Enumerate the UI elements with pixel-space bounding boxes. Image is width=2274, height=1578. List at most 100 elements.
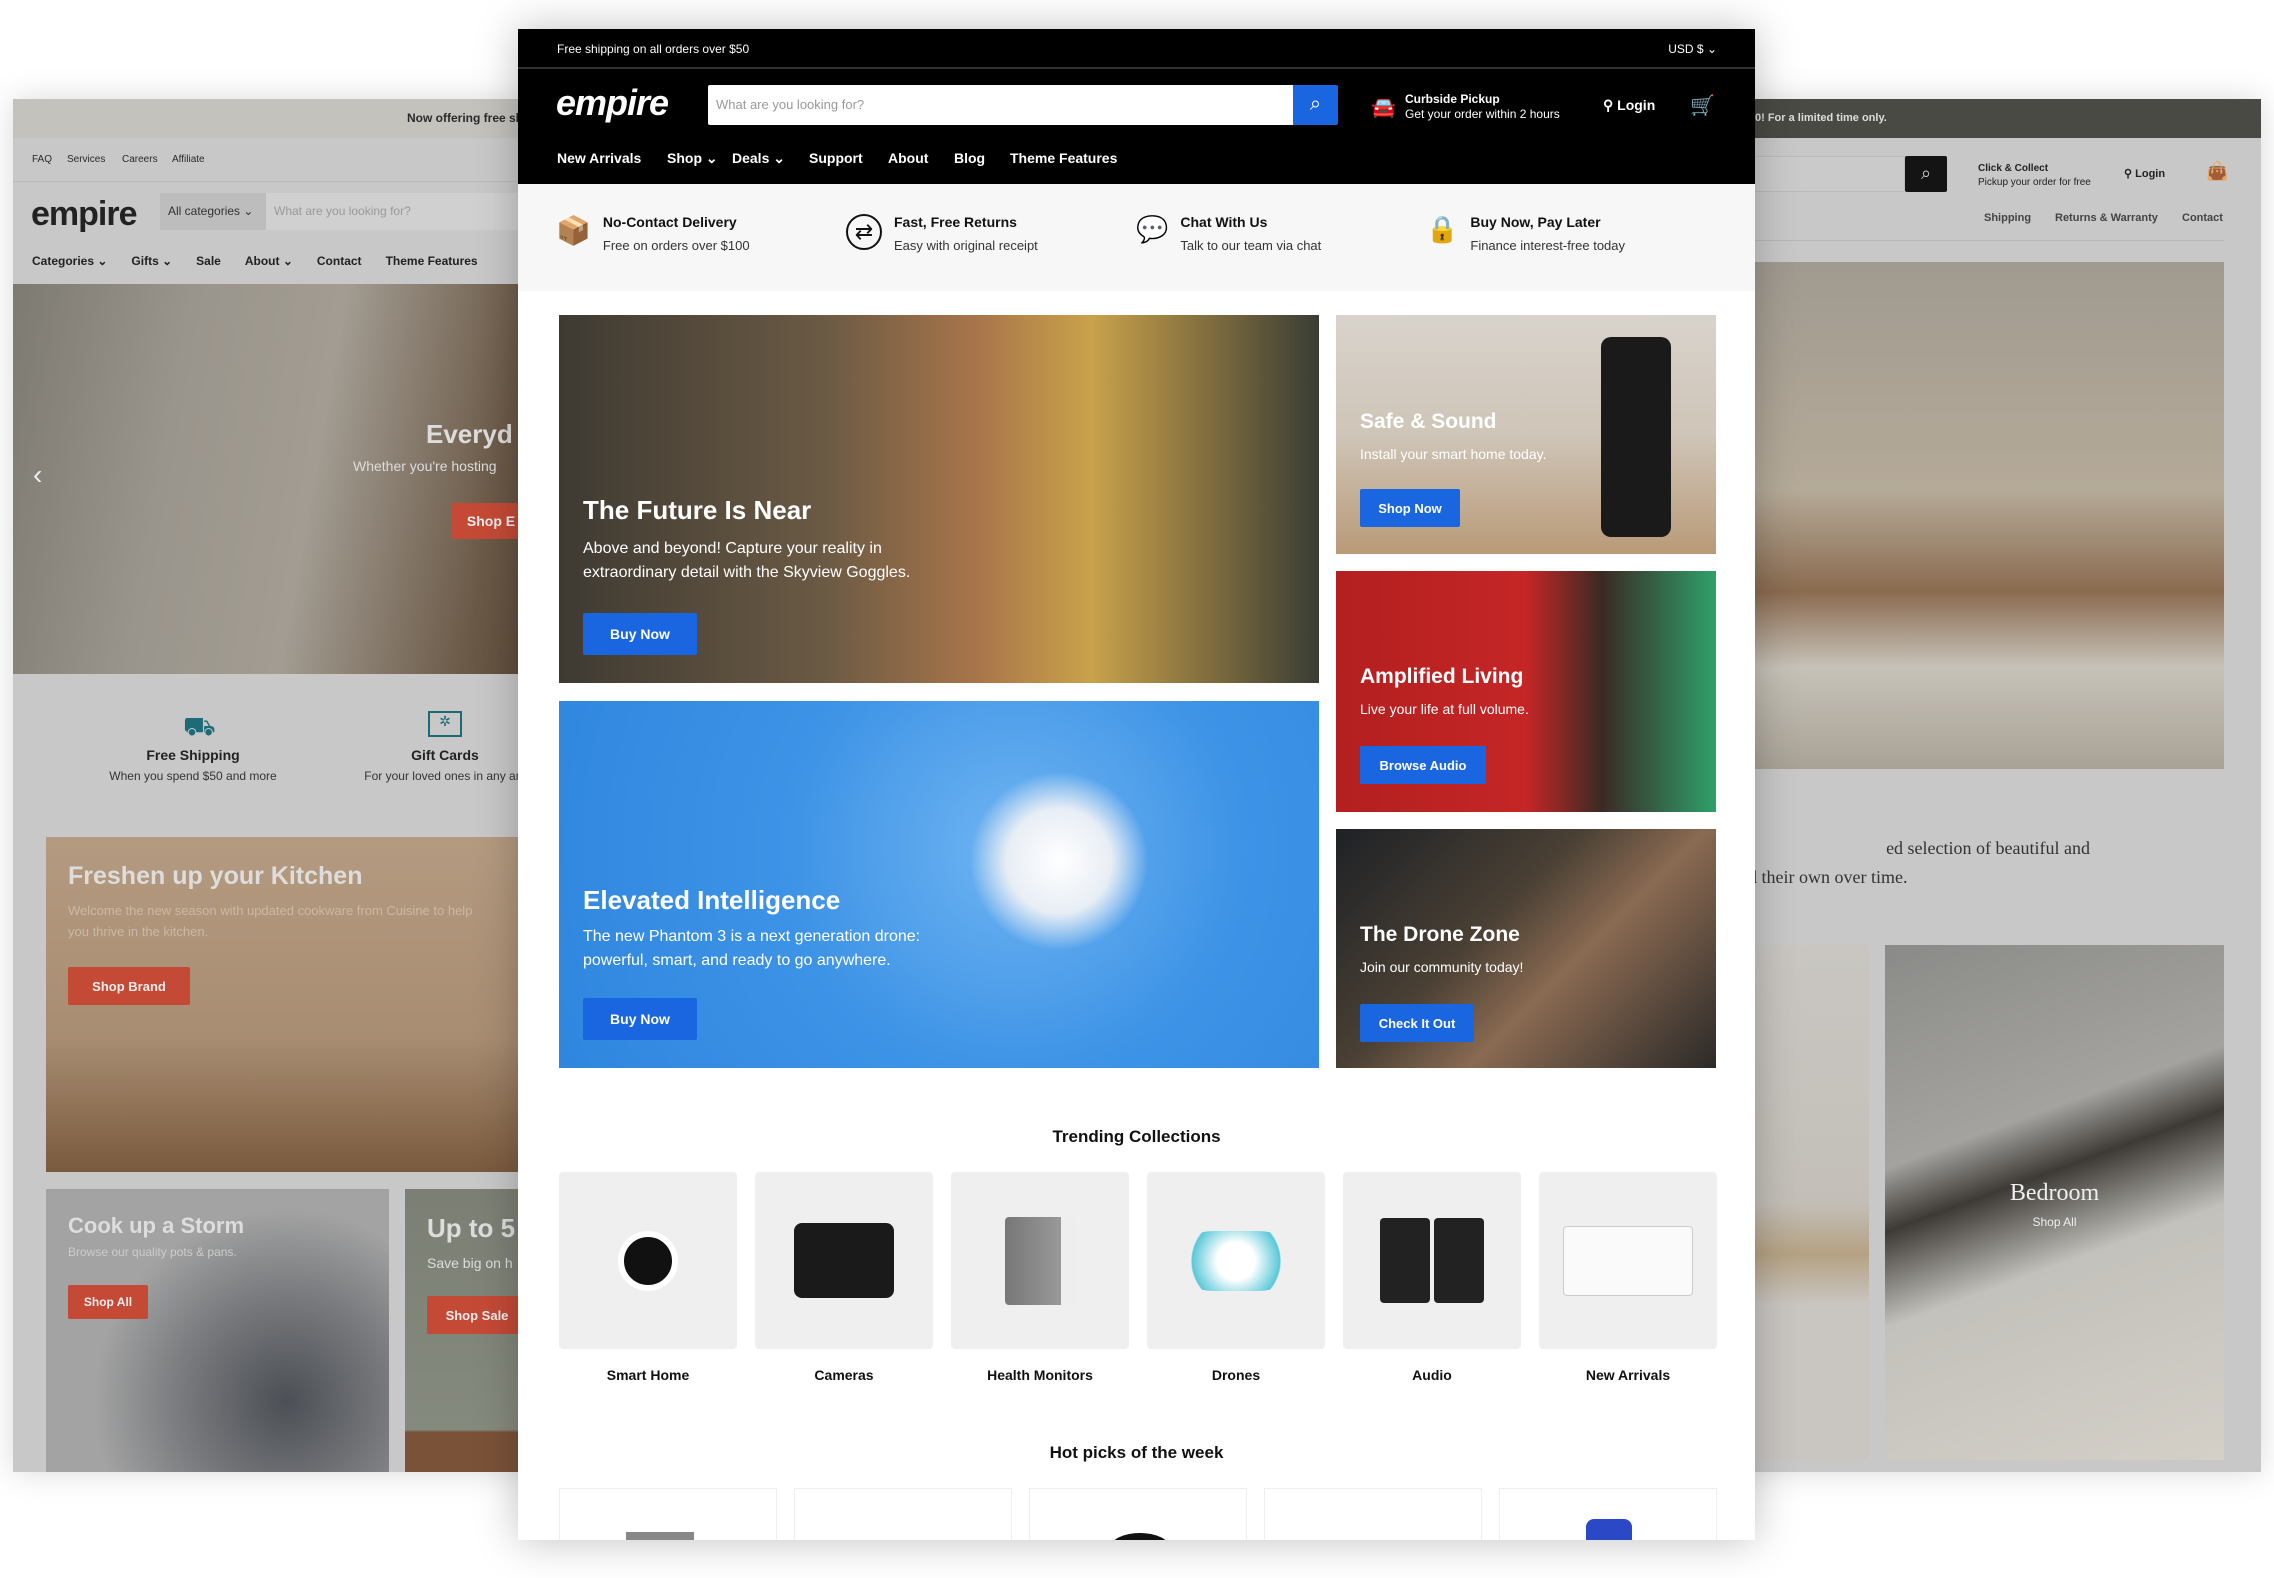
bedroom-shop-all[interactable]: Shop All: [1885, 1215, 2224, 1229]
collection-card-new-arrivals[interactable]: [1539, 1172, 1717, 1349]
product-card[interactable]: [559, 1488, 777, 1540]
storm-sub: Browse our quality pots & pans.: [68, 1245, 237, 1259]
user-icon: ⚲: [2124, 168, 2133, 180]
hero-sub: Install your smart home today.: [1360, 446, 1547, 462]
living-room-image: [1755, 262, 2224, 769]
hero-tile-safe-sound[interactable]: Safe & Sound Install your smart home tod…: [1336, 315, 1716, 554]
nav-theme-features[interactable]: Theme Features: [386, 254, 478, 268]
feature-free-returns: ⇄ Fast, Free Returns Easy with original re…: [846, 214, 1038, 253]
shipping-notice: Free shipping on all orders over $50: [557, 42, 750, 56]
link-returns-warranty[interactable]: Returns & Warranty: [2055, 212, 2158, 224]
hero-tile-future[interactable]: The Future Is Near Above and beyond! Cap…: [559, 315, 1319, 683]
nav-about[interactable]: About: [888, 150, 928, 166]
announcement-bar: 0! For a limited time only.: [1720, 99, 2261, 138]
nav-support[interactable]: Support: [809, 150, 863, 166]
nav-contact[interactable]: Contact: [317, 254, 362, 268]
nav-shop[interactable]: Shop ⌄: [667, 150, 718, 167]
login-link[interactable]: ⚲ Login: [2124, 167, 2165, 180]
search-input[interactable]: What are you looking for?: [266, 193, 553, 230]
sale-title: Up to 5: [427, 1213, 516, 1243]
search-button[interactable]: ⌕: [1293, 85, 1338, 125]
projector-image: [1563, 1225, 1693, 1296]
collection-card-health-monitors[interactable]: [951, 1172, 1129, 1349]
login-link[interactable]: ⚲ Login: [1603, 97, 1655, 114]
buy-now-button[interactable]: Buy Now: [583, 998, 697, 1040]
collection-card-cameras[interactable]: [755, 1172, 933, 1349]
background-page-right: 0! For a limited time only. ⌕ Click & Co…: [1720, 99, 2261, 1472]
shop-all-button[interactable]: Shop All: [68, 1285, 148, 1319]
bag-icon[interactable]: 👜: [2206, 161, 2228, 182]
announcement-text: 0! For a limited time only.: [1755, 112, 1887, 124]
product-card[interactable]: [794, 1488, 1012, 1540]
util-link-faq[interactable]: FAQ: [32, 154, 52, 165]
click-collect[interactable]: Click & Collect Pickup your order for fre…: [1978, 162, 2091, 190]
logo[interactable]: empire: [556, 82, 669, 124]
drone-image: [949, 761, 1169, 961]
top-bar: Free shipping on all orders over $50 USD…: [518, 29, 1755, 69]
collection-label[interactable]: Smart Home: [559, 1367, 737, 1383]
currency-select[interactable]: USD $ ⌄: [1668, 42, 1717, 56]
user-icon: ⚲: [1603, 97, 1614, 113]
hero-subtitle: Whether you're hosting: [353, 458, 497, 474]
curbside-pickup[interactable]: Curbside Pickup Get your order within 2 h…: [1405, 92, 1560, 122]
hero-tile-drone[interactable]: Elevated Intelligence The new Phantom 3 …: [559, 701, 1319, 1068]
kitchen-sub: Welcome the new season with updated cook…: [68, 903, 473, 939]
collection-label[interactable]: Health Monitors: [951, 1367, 1129, 1383]
dslr-image: [794, 1223, 894, 1298]
shop-now-button[interactable]: Shop Now: [1360, 489, 1460, 527]
storm-title: Cook up a Storm: [68, 1213, 245, 1238]
carousel-prev-icon[interactable]: ‹: [33, 459, 42, 491]
nav-categories[interactable]: Categories ⌄: [32, 254, 107, 268]
hero-tile-drone-zone[interactable]: The Drone Zone Join our community today!…: [1336, 829, 1716, 1068]
hero-title: The Drone Zone: [1360, 923, 1520, 946]
collection-label[interactable]: Drones: [1147, 1367, 1325, 1383]
search-input[interactable]: What are you looking for?: [708, 85, 1293, 125]
shop-brand-button[interactable]: Shop Brand: [68, 967, 190, 1005]
collection-label[interactable]: Audio: [1343, 1367, 1521, 1383]
nav-deals[interactable]: Deals ⌄: [732, 150, 785, 167]
check-it-out-button[interactable]: Check It Out: [1360, 1004, 1474, 1042]
category-select[interactable]: All categories ⌄: [160, 193, 266, 230]
cart-icon[interactable]: 🛒: [1690, 93, 1715, 118]
drone-image: [1181, 1230, 1291, 1291]
logo[interactable]: empire: [31, 195, 137, 234]
intro-text: ed selection of beautiful and d their own…: [1748, 838, 2090, 887]
nav-gifts[interactable]: Gifts ⌄: [131, 254, 172, 268]
util-link-services[interactable]: Services: [67, 154, 105, 165]
nav-theme-features[interactable]: Theme Features: [1010, 150, 1117, 166]
feature-no-contact-delivery: 📦 No-Contact Delivery Free on orders over …: [556, 214, 750, 253]
product-card[interactable]: [1499, 1488, 1717, 1540]
search-icon: ⌕: [1309, 93, 1322, 115]
browse-audio-button[interactable]: Browse Audio: [1360, 746, 1486, 784]
link-shipping[interactable]: Shipping: [1984, 212, 2031, 224]
hero-sub: Join our community today!: [1360, 959, 1524, 975]
util-link-careers[interactable]: Careers: [122, 154, 158, 165]
hero-sub: Live your life at full volume.: [1360, 701, 1529, 717]
collection-card-drones[interactable]: [1147, 1172, 1325, 1349]
nav-blog[interactable]: Blog: [954, 150, 985, 166]
feature-pay-later: 🔒 Buy Now, Pay Later Finance interest-free…: [1426, 214, 1626, 253]
feature-title: Free Shipping: [146, 747, 240, 763]
collection-card-audio[interactable]: [1343, 1172, 1521, 1349]
hero-tile-amplified[interactable]: Amplified Living Live your life at full …: [1336, 571, 1716, 812]
product-card[interactable]: [1264, 1488, 1482, 1540]
shop-sale-button[interactable]: Shop Sale: [427, 1296, 527, 1334]
buy-now-button[interactable]: Buy Now: [583, 613, 697, 655]
collection-label[interactable]: New Arrivals: [1539, 1367, 1717, 1383]
bedroom-image[interactable]: Bedroom Shop All: [1885, 945, 2224, 1460]
nav-new-arrivals[interactable]: New Arrivals: [557, 150, 641, 166]
smart-speaker-image: [1601, 337, 1671, 537]
search-button[interactable]: ⌕: [1905, 156, 1947, 192]
hero-title: Everyd: [426, 419, 513, 449]
hero-sub: Above and beyond! Capture your reality i…: [583, 540, 911, 581]
util-link-affiliate[interactable]: Affiliate: [172, 154, 205, 165]
nav-sale[interactable]: Sale: [196, 254, 221, 268]
collection-card-smart-home[interactable]: [559, 1172, 737, 1349]
gift-card-icon: ✲: [428, 711, 462, 737]
chat-icon: 💬: [1136, 214, 1169, 244]
nav-about[interactable]: About ⌄: [245, 254, 293, 268]
link-contact[interactable]: Contact: [2182, 212, 2223, 224]
product-card[interactable]: [1029, 1488, 1247, 1540]
camera-image: [618, 1230, 678, 1291]
collection-label[interactable]: Cameras: [755, 1367, 933, 1383]
